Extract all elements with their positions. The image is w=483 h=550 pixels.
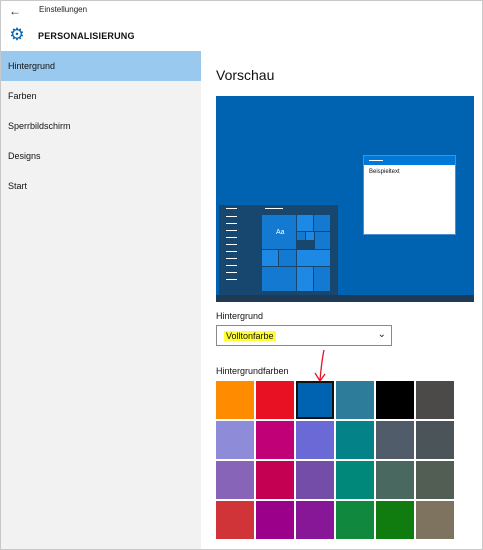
title-bar: ← Einstellungen [1, 1, 482, 22]
preview-tile [297, 250, 330, 266]
sidebar: Hintergrund Farben Sperrbildschirm Desig… [1, 51, 201, 549]
color-swatch[interactable] [216, 381, 254, 419]
page-header: ⚙ PERSONALISIERUNG [1, 23, 482, 51]
color-swatch[interactable] [336, 461, 374, 499]
color-swatch[interactable] [416, 381, 454, 419]
sidebar-item-designs[interactable]: Designs [1, 141, 201, 171]
dropdown-selected-value: Volltonfarbe [224, 331, 276, 341]
preview-sample-window: Beispieltext [363, 155, 456, 235]
preview-tile-text: Aa [276, 229, 285, 236]
color-swatch[interactable] [376, 501, 414, 539]
sidebar-item-hintergrund[interactable]: Hintergrund [1, 51, 201, 81]
preview-sample-text: Beispieltext [369, 169, 400, 175]
preview-tile [315, 232, 330, 249]
preview-start-menu: Aa [219, 205, 338, 295]
chevron-down-icon: ⌄ [377, 329, 386, 340]
sidebar-item-start[interactable]: Start [1, 171, 201, 201]
color-swatch[interactable] [376, 421, 414, 459]
color-swatch[interactable] [296, 381, 334, 419]
color-swatch[interactable] [416, 501, 454, 539]
preview-tile-large: Aa [262, 215, 296, 249]
preview-tiles-label [265, 208, 283, 209]
preview-app-list [226, 208, 240, 288]
red-arrow-annotation-icon [314, 349, 326, 383]
window-title: Einstellungen [39, 5, 88, 14]
preview-tile [306, 232, 314, 240]
preview-tile [314, 267, 330, 291]
color-swatch[interactable] [336, 501, 374, 539]
preview-tile [297, 232, 305, 240]
sidebar-item-farben[interactable]: Farben [1, 81, 201, 111]
color-swatch[interactable] [376, 381, 414, 419]
color-swatch[interactable] [336, 381, 374, 419]
preview-tile [262, 250, 278, 266]
color-swatch[interactable] [296, 501, 334, 539]
color-swatch[interactable] [416, 421, 454, 459]
color-swatch[interactable] [296, 461, 334, 499]
main-content: Vorschau Beispieltext Aa Hintergrund Vol… [201, 51, 482, 549]
background-label: Hintergrund [216, 311, 264, 321]
preview-tile [297, 267, 313, 291]
preview-tile [297, 215, 313, 231]
color-swatch[interactable] [216, 421, 254, 459]
color-swatch[interactable] [296, 421, 334, 459]
section-title: Vorschau [216, 67, 275, 83]
sidebar-item-sperrbildschirm[interactable]: Sperrbildschirm [1, 111, 201, 141]
back-arrow-icon[interactable]: ← [8, 4, 22, 18]
background-preview: Beispieltext Aa [216, 96, 474, 302]
color-swatch[interactable] [336, 421, 374, 459]
preview-window-titlebar [364, 156, 455, 165]
preview-tile [279, 250, 296, 266]
preview-taskbar [216, 295, 474, 302]
gear-icon: ⚙ [9, 25, 25, 44]
preview-tile [314, 215, 330, 231]
color-swatch[interactable] [256, 421, 294, 459]
preview-tile [262, 267, 296, 291]
page-title: PERSONALISIERUNG [38, 31, 135, 41]
color-swatch[interactable] [256, 381, 294, 419]
background-colors-label: Hintergrundfarben [216, 366, 289, 376]
color-swatch-grid [216, 381, 458, 541]
color-swatch[interactable] [376, 461, 414, 499]
color-swatch[interactable] [216, 501, 254, 539]
color-swatch[interactable] [256, 461, 294, 499]
color-swatch[interactable] [216, 461, 254, 499]
background-type-dropdown[interactable]: Volltonfarbe ⌄ [216, 325, 392, 346]
color-swatch[interactable] [256, 501, 294, 539]
color-swatch[interactable] [416, 461, 454, 499]
settings-window: ← Einstellungen ⚙ PERSONALISIERUNG Hinte… [0, 0, 483, 550]
